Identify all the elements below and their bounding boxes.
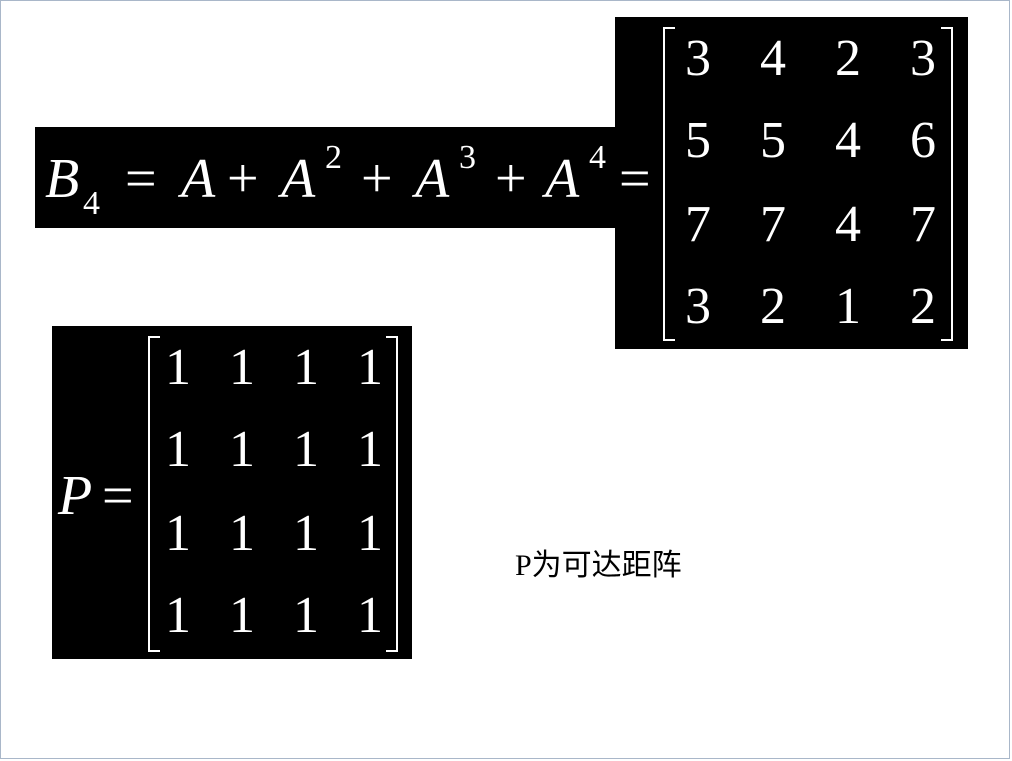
term-a1-base: A bbox=[181, 148, 216, 210]
b4-matrix-cell: 2 bbox=[910, 278, 936, 335]
p-matrix-cell: 1 bbox=[293, 587, 319, 644]
b4-matrix-cell: 3 bbox=[910, 30, 936, 87]
p-matrix-cell: 1 bbox=[165, 505, 191, 562]
b4-equation-lhs: B 4 = A + A 2 + A 3 + A 4 bbox=[35, 127, 617, 228]
plus-sign-2: + bbox=[361, 148, 393, 210]
p-matrix-cell: 1 bbox=[357, 339, 383, 396]
p-matrix: P = 1 1 1 1 1 1 1 1 1 1 1 1 1 1 1 1 bbox=[52, 326, 412, 659]
p-symbol: P bbox=[58, 465, 93, 527]
p-matrix-cell: 1 bbox=[165, 421, 191, 478]
term-a3-base: A bbox=[415, 148, 450, 210]
plus-sign-1: + bbox=[227, 148, 259, 210]
b4-matrix-cell: 3 bbox=[685, 30, 711, 87]
slide: B 4 = A + A 2 + A 3 + A 4 = 3 4 2 3 5 5 … bbox=[0, 0, 1010, 759]
b4-matrix-cell: 4 bbox=[760, 30, 786, 87]
p-matrix-cell: 1 bbox=[165, 339, 191, 396]
plus-sign-3: + bbox=[495, 148, 527, 210]
p-matrix-cell: 1 bbox=[293, 421, 319, 478]
b4-matrix-cell: 3 bbox=[685, 278, 711, 335]
b4-matrix-cell: 6 bbox=[910, 112, 936, 169]
term-a4-base: A bbox=[545, 148, 580, 210]
b4-matrix-cell: 5 bbox=[760, 112, 786, 169]
b4-matrix-equals-sign: = bbox=[619, 148, 651, 210]
b4-subscript: 4 bbox=[83, 185, 100, 222]
reachability-caption: P为可达距阵 bbox=[515, 549, 682, 582]
p-matrix-cell: 1 bbox=[229, 421, 255, 478]
b4-matrix-cell: 4 bbox=[835, 112, 861, 169]
p-matrix-cell: 1 bbox=[229, 587, 255, 644]
term-a4-exponent: 4 bbox=[589, 139, 606, 176]
b4-matrix-cell: 1 bbox=[835, 278, 861, 335]
b4-matrix-cell: 2 bbox=[760, 278, 786, 335]
b4-matrix-cell: 7 bbox=[685, 196, 711, 253]
b4-matrix-cell: 5 bbox=[685, 112, 711, 169]
p-matrix-cell: 1 bbox=[357, 587, 383, 644]
b4-symbol: B bbox=[45, 148, 80, 210]
b4-matrix-cell: 7 bbox=[760, 196, 786, 253]
p-matrix-cell: 1 bbox=[229, 339, 255, 396]
b4-matrix-cell: 7 bbox=[910, 196, 936, 253]
p-matrix-cell: 1 bbox=[357, 421, 383, 478]
p-matrix-cell: 1 bbox=[229, 505, 255, 562]
term-a3-exponent: 3 bbox=[459, 139, 476, 176]
term-a2-exponent: 2 bbox=[325, 139, 342, 176]
b4-matrix: = 3 4 2 3 5 5 4 6 7 7 4 7 3 2 1 2 bbox=[615, 17, 968, 349]
term-a2-base: A bbox=[281, 148, 316, 210]
b4-matrix-cell: 2 bbox=[835, 30, 861, 87]
b4-matrix-cell: 4 bbox=[835, 196, 861, 253]
b4-matrix-left-bracket bbox=[663, 27, 675, 341]
p-matrix-cell: 1 bbox=[357, 505, 383, 562]
p-equals-sign: = bbox=[102, 465, 134, 527]
p-matrix-cell: 1 bbox=[293, 505, 319, 562]
p-matrix-cell: 1 bbox=[293, 339, 319, 396]
p-matrix-cell: 1 bbox=[165, 587, 191, 644]
b4-equals-sign: = bbox=[125, 148, 157, 210]
